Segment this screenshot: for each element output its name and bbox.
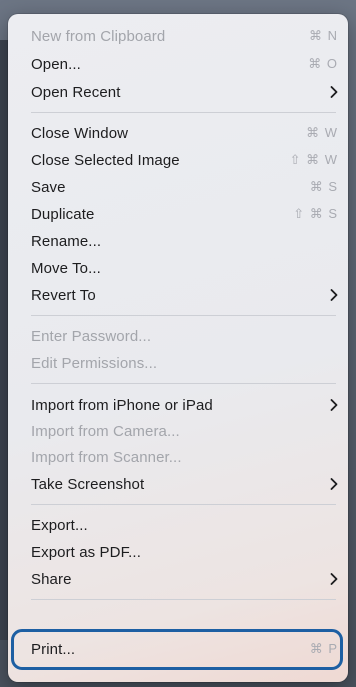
menu-item-close-window[interactable]: Close Window ⌘ W bbox=[8, 120, 348, 146]
menu-separator bbox=[31, 315, 336, 316]
chevron-right-icon bbox=[322, 399, 338, 411]
menu-item-enter-password: Enter Password... bbox=[8, 323, 348, 349]
menu-separator bbox=[31, 504, 336, 505]
file-menu: New from Clipboard ⌘ N Open... ⌘ O Open … bbox=[8, 14, 348, 682]
shortcut-label: ⌘ O bbox=[308, 56, 338, 71]
menu-item-new-from-clipboard: New from Clipboard ⌘ N bbox=[8, 23, 348, 49]
menu-item-duplicate[interactable]: Duplicate ⇧ ⌘ S bbox=[8, 201, 348, 227]
menu-item-label: Import from Scanner... bbox=[31, 448, 182, 466]
menu-separator bbox=[31, 599, 336, 600]
shortcut-label: ⌘ P bbox=[309, 641, 338, 656]
menu-item-label: Share bbox=[31, 570, 72, 588]
menu-item-label: Import from iPhone or iPad bbox=[31, 396, 213, 414]
shortcut-label: ⌘ S bbox=[309, 179, 338, 194]
shortcut-label: ⌘ W bbox=[306, 125, 338, 140]
menu-separator bbox=[31, 383, 336, 384]
chevron-right-icon bbox=[322, 573, 338, 585]
menu-item-save[interactable]: Save ⌘ S bbox=[8, 174, 348, 200]
menu-item-label: Export as PDF... bbox=[31, 543, 141, 561]
menu-item-label: Duplicate bbox=[31, 205, 95, 223]
menu-item-open-recent[interactable]: Open Recent bbox=[8, 79, 348, 105]
shortcut-label: ⇧ ⌘ S bbox=[293, 206, 338, 221]
menu-item-label: Open Recent bbox=[31, 83, 121, 101]
menu-separator bbox=[31, 112, 336, 113]
menu-item-label: Revert To bbox=[31, 286, 96, 304]
menu-item-revert-to[interactable]: Revert To bbox=[8, 282, 348, 308]
menu-item-export[interactable]: Export... bbox=[8, 512, 348, 538]
menu-item-label: Print... bbox=[31, 640, 76, 658]
shortcut-label: ⇧ ⌘ W bbox=[289, 152, 338, 167]
menu-item-label: Export... bbox=[31, 516, 88, 534]
menu-item-open[interactable]: Open... ⌘ O bbox=[8, 51, 348, 77]
menu-item-label: Save bbox=[31, 178, 66, 196]
chevron-right-icon bbox=[322, 86, 338, 98]
menu-item-label: Move To... bbox=[31, 259, 101, 277]
menu-item-close-selected-image[interactable]: Close Selected Image ⇧ ⌘ W bbox=[8, 147, 348, 173]
window-edge bbox=[0, 40, 8, 640]
menu-item-take-screenshot[interactable]: Take Screenshot bbox=[8, 471, 348, 497]
menu-item-label: New from Clipboard bbox=[31, 27, 166, 45]
menu-item-label: Rename... bbox=[31, 232, 102, 250]
menu-item-edit-permissions: Edit Permissions... bbox=[8, 350, 348, 376]
menu-item-import-from-camera: Import from Camera... bbox=[8, 418, 348, 444]
menu-item-import-from-scanner: Import from Scanner... bbox=[8, 444, 348, 470]
menu-item-label: Import from Camera... bbox=[31, 422, 180, 440]
menu-item-label: Take Screenshot bbox=[31, 475, 145, 493]
chevron-right-icon bbox=[322, 289, 338, 301]
menu-item-import-from-iphone-or-ipad[interactable]: Import from iPhone or iPad bbox=[8, 392, 348, 418]
menu-item-export-as-pdf[interactable]: Export as PDF... bbox=[8, 539, 348, 565]
menu-item-label: Close Window bbox=[31, 124, 129, 142]
shortcut-label: ⌘ N bbox=[309, 28, 338, 43]
menu-item-label: Enter Password... bbox=[31, 327, 152, 345]
menu-item-rename[interactable]: Rename... bbox=[8, 228, 348, 254]
menu-item-share[interactable]: Share bbox=[8, 566, 348, 592]
chevron-right-icon bbox=[322, 478, 338, 490]
menu-item-print[interactable]: Print... ⌘ P bbox=[8, 636, 348, 662]
menu-item-label: Close Selected Image bbox=[31, 151, 180, 169]
menu-item-label: Edit Permissions... bbox=[31, 354, 158, 372]
menu-item-move-to[interactable]: Move To... bbox=[8, 255, 348, 281]
menu-item-label: Open... bbox=[31, 55, 81, 73]
